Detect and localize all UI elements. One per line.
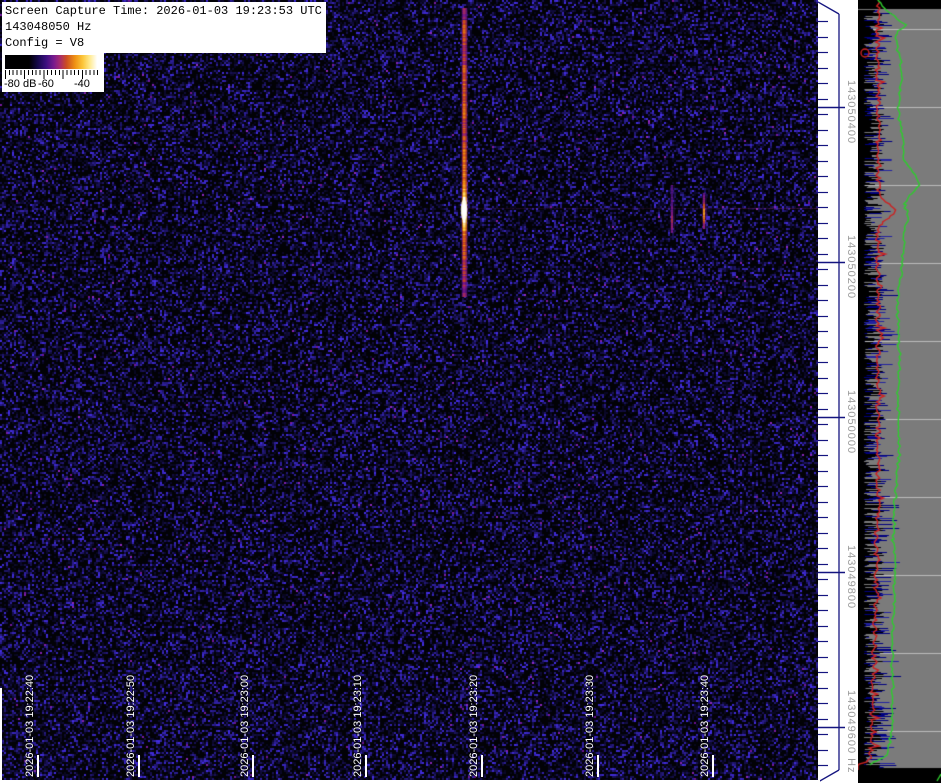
config-text: Config = V8 bbox=[5, 35, 322, 51]
speclab-screen-capture: 2026-01-03 19:22:40 2026-01-03 19:22:50 … bbox=[0, 0, 941, 783]
time-tick-label: 2026-01-03 19:23:20 bbox=[468, 675, 480, 777]
freq-tick-label: 143050200 bbox=[845, 235, 857, 299]
time-tick-label: 2026-01-03 19:23:10 bbox=[352, 675, 364, 777]
time-tick-mark bbox=[37, 755, 39, 777]
frequency-axis: 143050400 143050200 143050000 143049800 … bbox=[818, 0, 858, 783]
time-tick-mark bbox=[365, 755, 367, 777]
scale-label-min: -80 dB bbox=[4, 78, 36, 90]
freq-tick-label: 143049800 bbox=[845, 545, 857, 609]
time-tick-label: 2026-01-03 19:22:40 bbox=[24, 675, 36, 777]
time-tick-mark bbox=[597, 755, 599, 777]
color-scale-legend: -80 dB -60 -40 bbox=[2, 52, 104, 92]
window-border-left bbox=[0, 688, 2, 783]
freq-tick-label: 143049600 Hz bbox=[845, 690, 857, 774]
time-tick-mark bbox=[252, 755, 254, 777]
scale-label-max: -40 bbox=[74, 78, 90, 90]
color-scale-labels: -80 dB -60 -40 bbox=[2, 78, 104, 91]
freq-tick-label: 143050000 bbox=[845, 390, 857, 454]
freq-tick-label: 143050400 bbox=[845, 80, 857, 144]
color-gradient-bar bbox=[5, 55, 101, 69]
spectrum-panel bbox=[858, 0, 941, 783]
capture-info-box: Screen Capture Time: 2026-01-03 19:23:53… bbox=[2, 2, 326, 53]
spectrogram-waterfall bbox=[0, 0, 818, 783]
center-frequency-text: 143048050 Hz bbox=[5, 19, 322, 35]
time-tick-label: 2026-01-03 19:23:30 bbox=[584, 675, 596, 777]
capture-time-text: Screen Capture Time: 2026-01-03 19:23:53… bbox=[5, 3, 322, 19]
time-tick-mark bbox=[481, 755, 483, 777]
time-tick-label: 2026-01-03 19:23:00 bbox=[239, 675, 251, 777]
time-tick-label: 2026-01-03 19:22:50 bbox=[125, 675, 137, 777]
scale-label-mid: -60 bbox=[38, 78, 54, 90]
time-tick-mark bbox=[138, 755, 140, 777]
time-tick-mark bbox=[712, 755, 714, 777]
time-tick-label: 2026-01-03 19:23:40 bbox=[699, 675, 711, 777]
